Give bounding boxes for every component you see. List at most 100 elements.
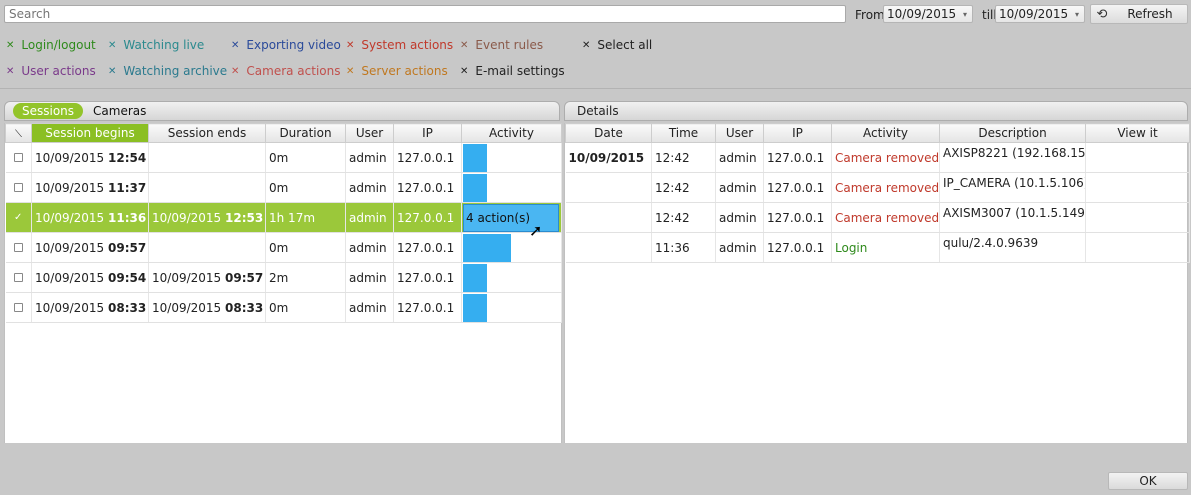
- filter-e-mail-settings[interactable]: ✕ E-mail settings: [460, 63, 565, 79]
- filter-server-actions[interactable]: ✕ Server actions: [346, 63, 448, 79]
- filter-label: Event rules: [475, 38, 544, 52]
- filter-exporting-video[interactable]: ✕ Exporting video: [231, 37, 341, 53]
- filter-label: E-mail settings: [475, 64, 565, 78]
- column-header-ip[interactable]: IP: [393, 123, 462, 143]
- row-select-cell[interactable]: [5, 292, 32, 323]
- view-it-cell[interactable]: [1085, 172, 1190, 203]
- select-column-icon: ⟍: [15, 129, 22, 140]
- ip-cell: 127.0.0.1: [763, 142, 832, 173]
- activity-cell[interactable]: 4 action(s): [461, 202, 562, 233]
- checkmark-icon: ✓: [14, 212, 23, 223]
- column-header-duration[interactable]: Duration: [265, 123, 346, 143]
- column-header-view-it[interactable]: View it: [1085, 123, 1190, 143]
- divider: [0, 88, 1191, 89]
- activity-bar[interactable]: [463, 143, 487, 172]
- session-ends-cell: [148, 172, 266, 203]
- filter-watching-archive[interactable]: ✕ Watching archive: [108, 63, 227, 79]
- details-title: Details: [577, 104, 619, 118]
- activity-bar[interactable]: [463, 173, 487, 202]
- activity-cell[interactable]: [461, 142, 562, 173]
- column-header-date[interactable]: Date: [565, 123, 652, 143]
- table-row[interactable]: 10/09/2015 11:37 0m admin 127.0.0.1: [5, 172, 562, 203]
- activity-bar[interactable]: [463, 263, 487, 292]
- refresh-button[interactable]: ⟲ Refresh: [1090, 4, 1188, 24]
- from-date-picker[interactable]: 10/09/2015 ▾: [883, 5, 973, 23]
- begin-time: 11:37: [108, 180, 147, 195]
- ok-button[interactable]: OK: [1108, 472, 1188, 490]
- activity-cell[interactable]: [461, 292, 562, 323]
- column-header-user[interactable]: User: [715, 123, 764, 143]
- filter-watching-live[interactable]: ✕ Watching live: [108, 37, 204, 53]
- filter-label: System actions: [361, 38, 454, 52]
- ip-cell: 127.0.0.1: [393, 172, 462, 203]
- filter-camera-actions[interactable]: ✕ Camera actions: [231, 63, 341, 79]
- duration-cell: 0m: [265, 232, 346, 263]
- filter-user-actions[interactable]: ✕ User actions: [6, 63, 96, 79]
- till-date-picker[interactable]: 10/09/2015 ▾: [995, 5, 1085, 23]
- filter-system-actions[interactable]: ✕ System actions: [346, 37, 453, 53]
- column-header-activity[interactable]: Activity: [461, 123, 562, 143]
- activity-cell[interactable]: [461, 172, 562, 203]
- filter-toggle-icon: ✕: [6, 39, 15, 51]
- select-column-header[interactable]: ⟍: [5, 123, 32, 143]
- begin-time: 11:36: [108, 210, 147, 225]
- view-it-cell[interactable]: [1085, 232, 1190, 263]
- column-header-time[interactable]: Time: [651, 123, 716, 143]
- view-it-cell[interactable]: [1085, 142, 1190, 173]
- table-row[interactable]: 10/09/2015 09:54 10/09/2015 09:57 2m admin 1…: [5, 262, 562, 293]
- details-table: Date Time User IP Activity Description V…: [565, 123, 1190, 263]
- filter-toggle-icon: ✕: [231, 65, 240, 77]
- row-checkbox[interactable]: [13, 273, 23, 282]
- column-header-session-ends[interactable]: Session ends: [148, 123, 266, 143]
- row-select-cell[interactable]: [5, 262, 32, 293]
- row-select-cell[interactable]: [5, 232, 32, 263]
- session-ends-cell: 10/09/2015 08:33: [148, 292, 266, 323]
- table-row[interactable]: 12:42 admin 127.0.0.1 Camera removed IP_CAME…: [565, 172, 1190, 203]
- filter-label: Select all: [597, 38, 653, 52]
- refresh-label: Refresh: [1127, 7, 1173, 21]
- activity-bar[interactable]: 4 action(s): [463, 203, 559, 232]
- table-row[interactable]: 12:42 admin 127.0.0.1 Camera removed AXISM30…: [565, 202, 1190, 233]
- duration-cell: 0m: [265, 172, 346, 203]
- filter-login-logout[interactable]: ✕ Login/logout: [6, 37, 96, 53]
- view-it-cell[interactable]: [1085, 202, 1190, 233]
- end-time: 08:33: [225, 300, 264, 315]
- column-header-user[interactable]: User: [345, 123, 394, 143]
- description-cell: AXISP8221 (192.168.15.1: [939, 142, 1086, 173]
- row-checkbox[interactable]: [13, 183, 23, 192]
- begin-date: 10/09/2015: [35, 240, 105, 255]
- description-cell: IP_CAMERA (10.1.5.106): [939, 172, 1086, 203]
- filter-event-rules[interactable]: ✕ Event rules: [460, 37, 543, 53]
- table-row[interactable]: 10/09/2015 09:57 0m admin 127.0.0.1: [5, 232, 562, 263]
- activity-cell[interactable]: [461, 232, 562, 263]
- row-select-cell[interactable]: [5, 142, 32, 173]
- ip-cell: 127.0.0.1: [763, 172, 832, 203]
- row-checkbox[interactable]: [13, 303, 23, 312]
- mouse-cursor-icon: ➚: [529, 221, 543, 240]
- table-row[interactable]: 10/09/2015 12:54 0m admin 127.0.0.1: [5, 142, 562, 173]
- column-header-description[interactable]: Description: [939, 123, 1086, 143]
- time-cell: 11:36: [651, 232, 716, 263]
- tab-cameras[interactable]: Cameras: [93, 104, 146, 118]
- filter-select-all[interactable]: ✕ Select all: [582, 37, 652, 53]
- activity-bar[interactable]: [463, 293, 487, 322]
- activity-bar[interactable]: [463, 233, 511, 262]
- row-checkbox[interactable]: [13, 153, 23, 162]
- table-row[interactable]: 11:36 admin 127.0.0.1 Login qulu/2.4.0.9639: [565, 232, 1190, 263]
- column-header-session-begins[interactable]: Session begins: [31, 123, 149, 143]
- filter-toggle-icon: ✕: [108, 65, 117, 77]
- begin-date: 10/09/2015: [35, 180, 105, 195]
- row-select-cell[interactable]: [5, 172, 32, 203]
- column-header-activity[interactable]: Activity: [831, 123, 940, 143]
- activity-cell[interactable]: [461, 262, 562, 293]
- search-input[interactable]: [4, 5, 846, 23]
- date-cell: [565, 232, 652, 263]
- row-select-cell[interactable]: ✓: [5, 202, 32, 233]
- column-header-ip[interactable]: IP: [763, 123, 832, 143]
- table-row[interactable]: 10/09/2015 08:33 10/09/2015 08:33 0m admin 1…: [5, 292, 562, 323]
- table-row[interactable]: ✓ 10/09/2015 11:36 10/09/2015 12:53 1h 17m a…: [5, 202, 562, 233]
- row-checkbox[interactable]: [13, 243, 23, 252]
- tab-sessions[interactable]: Sessions: [13, 103, 84, 119]
- from-label: From: [855, 8, 885, 22]
- table-row[interactable]: 10/09/2015 12:42 admin 127.0.0.1 Camera remo…: [565, 142, 1190, 173]
